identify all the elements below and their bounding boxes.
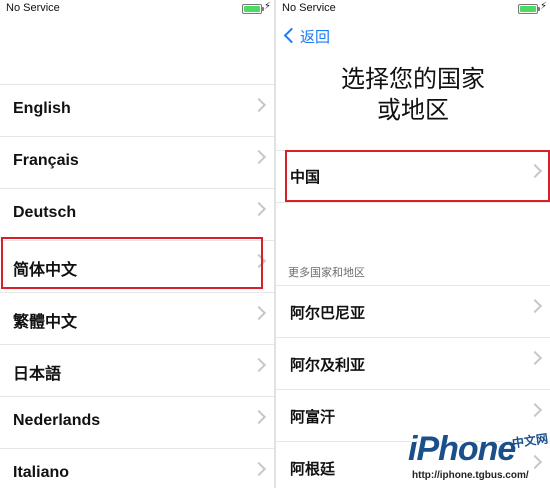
chevron-right-icon <box>251 253 267 269</box>
chevron-right-icon <box>251 305 267 321</box>
language-label: 简体中文 <box>13 262 78 279</box>
status-bar: No Service ⚡ <box>0 0 274 18</box>
country-row-algeria[interactable]: 阿尔及利亚 <box>276 338 550 390</box>
chevron-right-icon <box>251 149 267 165</box>
country-label: 中国 <box>290 169 321 186</box>
country-label: 阿尔及利亚 <box>290 357 366 374</box>
section-header: 更多国家和地区 <box>288 267 365 279</box>
country-row-albania[interactable]: 阿尔巴尼亚 <box>276 286 550 338</box>
title-line-2: 或地区 <box>377 97 449 124</box>
watermark-logo: iPhone <box>408 430 516 468</box>
chevron-right-icon <box>251 461 267 477</box>
carrier-label: No Service <box>282 2 336 14</box>
language-label: Italiano <box>13 464 70 481</box>
language-row-japanese[interactable]: 日本語 <box>0 345 274 397</box>
chevron-right-icon <box>527 298 543 314</box>
status-bar: No Service ⚡ <box>276 0 550 18</box>
battery-icon <box>518 4 540 14</box>
title-line-1: 选择您的国家 <box>341 66 485 93</box>
chevron-right-icon <box>527 350 543 366</box>
charging-icon: ⚡ <box>263 1 271 12</box>
language-row-italian[interactable]: Italiano <box>0 449 274 488</box>
language-label: Nederlands <box>13 412 101 429</box>
chevron-right-icon <box>251 97 267 113</box>
language-row-francais[interactable]: Français <box>0 137 274 189</box>
back-label: 返回 <box>300 29 331 46</box>
country-row-china[interactable]: 中国 <box>276 150 550 203</box>
chevron-right-icon <box>527 163 543 179</box>
language-row-traditional-chinese[interactable]: 繁體中文 <box>0 293 274 345</box>
region-screen: No Service ⚡ 返回 选择您的国家 或地区 中国 更多国家和地区 阿尔… <box>276 0 550 488</box>
chevron-left-icon <box>283 27 300 44</box>
language-screen: No Service ⚡ English Français Deutsch 简体… <box>0 0 274 488</box>
chevron-right-icon <box>527 402 543 418</box>
chevron-right-icon <box>251 201 267 217</box>
language-row-simplified-chinese[interactable]: 简体中文 <box>0 241 274 293</box>
language-list: English Français Deutsch 简体中文 繁體中文 日本語 N… <box>0 84 274 488</box>
language-label: Deutsch <box>13 204 77 221</box>
page-title: 选择您的国家 或地区 <box>276 64 550 126</box>
charging-icon: ⚡ <box>539 1 547 12</box>
language-row-english[interactable]: English <box>0 85 274 137</box>
watermark-cn: 中文网 <box>511 431 549 451</box>
language-label: 日本語 <box>13 366 62 383</box>
chevron-right-icon <box>251 409 267 425</box>
country-label: 阿尔巴尼亚 <box>290 305 366 322</box>
country-label: 阿根廷 <box>290 461 336 478</box>
battery-icon <box>242 4 264 14</box>
language-row-dutch[interactable]: Nederlands <box>0 397 274 449</box>
language-label: English <box>13 100 71 117</box>
language-label: 繁體中文 <box>13 314 78 331</box>
chevron-right-icon <box>251 357 267 373</box>
country-label: 阿富汗 <box>290 409 336 426</box>
watermark-url: http://iphone.tgbus.com/ <box>412 470 529 481</box>
language-label: Français <box>13 152 79 169</box>
watermark: iPhone 中文网 http://iphone.tgbus.com/ <box>404 428 550 488</box>
language-row-deutsch[interactable]: Deutsch <box>0 189 274 241</box>
carrier-label: No Service <box>6 2 60 14</box>
